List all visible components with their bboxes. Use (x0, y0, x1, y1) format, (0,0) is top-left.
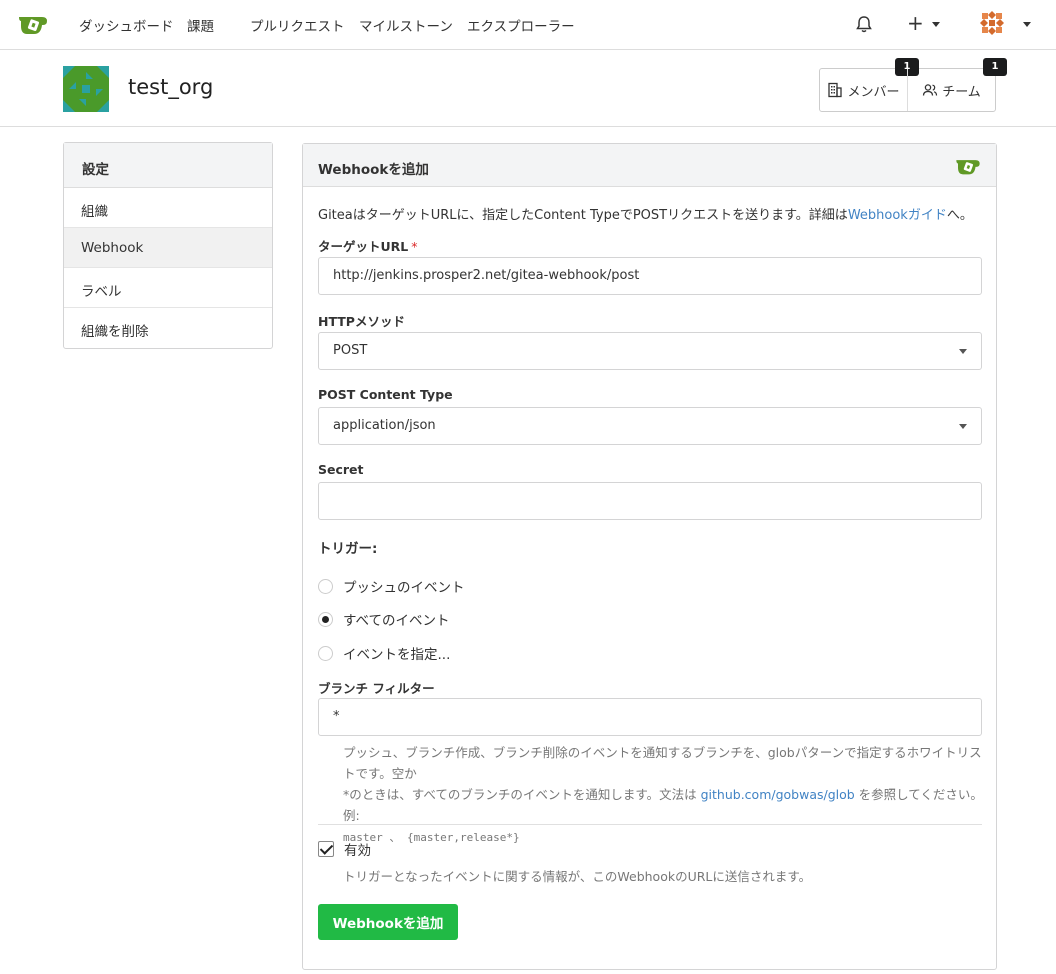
branch-filter-label: ブランチ フィルター (318, 681, 435, 696)
dropdown-caret-icon (959, 349, 967, 354)
trigger-all-label: すべてのイベント (343, 613, 450, 629)
nav-pull-requests[interactable]: プルリクエスト (250, 15, 345, 35)
trigger-choose-label: イベントを指定... (343, 647, 451, 663)
glob-syntax-link[interactable]: github.com/gobwas/glob (701, 787, 855, 802)
branch-help-line-2: *のときは、すべてのブランチのイベントを通知します。文法は github.com… (343, 784, 983, 826)
active-checkbox[interactable] (318, 841, 334, 857)
http-method-value: POST (333, 343, 368, 358)
trigger-label: トリガー: (318, 541, 378, 557)
panel-header: Webhookを追加 (303, 144, 996, 187)
sidebar-header: 設定 (64, 143, 272, 188)
org-member-team-buttons: メンバー 1 チーム 1 (819, 58, 1007, 112)
bell-icon[interactable] (854, 14, 874, 34)
add-webhook-button[interactable]: Webhookを追加 (318, 904, 458, 940)
target-url-input[interactable]: http://jenkins.prosper2.net/gitea-webhoo… (318, 257, 982, 295)
create-new-icon[interactable]: + (907, 13, 924, 33)
intro-prefix: GiteaはターゲットURLに、指定したContent TypeでPOSTリクエ… (318, 208, 848, 223)
user-avatar[interactable] (979, 10, 1005, 36)
required-mark: * (411, 239, 418, 254)
branch-filter-help: プッシュ、ブランチ作成、ブランチ削除のイベントを通知するブランチを、globパタ… (343, 742, 983, 848)
settings-sidebar: 設定 組織 Webhook ラベル 組織を削除 (63, 142, 273, 349)
target-url-label-text: ターゲットURL (318, 239, 409, 254)
radio-button[interactable] (318, 645, 333, 661)
top-navbar: ダッシュボード 課題 プルリクエスト マイルストーン エクスプローラー + (0, 0, 1056, 50)
panel-title: Webhookを追加 (318, 162, 429, 178)
intro-text: GiteaはターゲットURLに、指定したContent TypeでPOSTリクエ… (318, 204, 973, 223)
gitea-logo-icon[interactable] (18, 12, 48, 36)
sidebar-item-webhook[interactable]: Webhook (64, 228, 272, 268)
nav-issues[interactable]: 課題 (187, 15, 214, 35)
divider (318, 824, 982, 825)
webhook-guide-link[interactable]: Webhookガイド (848, 208, 947, 223)
secret-label: Secret (318, 462, 364, 477)
radio-button[interactable] (318, 578, 333, 594)
intro-suffix: へ。 (946, 208, 973, 223)
teams-button[interactable]: チーム 1 (907, 58, 1007, 111)
target-url-label: ターゲットURL * (318, 236, 418, 255)
content-type-select[interactable]: application/json (318, 407, 982, 445)
branch-help-line-1: プッシュ、ブランチ作成、ブランチ削除のイベントを通知するブランチを、globパタ… (343, 745, 982, 781)
content-type-value: application/json (333, 418, 436, 433)
branch-filter-input[interactable]: * (318, 698, 982, 736)
branch-help-prefix: *のときは、すべてのブランチのイベントを通知します。文法は (343, 787, 701, 802)
people-icon (923, 84, 938, 96)
teams-label: チーム (942, 84, 981, 100)
sidebar-item-organization[interactable]: 組織 (64, 188, 272, 228)
members-label: メンバー (847, 84, 900, 100)
dropdown-caret-icon (959, 424, 967, 429)
create-menu-caret-icon[interactable] (932, 22, 940, 27)
active-label: 有効 (344, 843, 371, 859)
http-method-select[interactable]: POST (318, 332, 982, 370)
org-name[interactable]: test_org (128, 75, 213, 99)
nav-milestones[interactable]: マイルストーン (359, 15, 453, 35)
organization-icon (828, 82, 843, 98)
trigger-choose-events[interactable]: イベントを指定... (318, 643, 450, 663)
nav-explore[interactable]: エクスプローラー (467, 15, 575, 35)
teams-count-badge: 1 (983, 58, 1007, 76)
sidebar-item-delete-org[interactable]: 組織を削除 (64, 308, 272, 348)
radio-button-selected[interactable] (318, 611, 333, 627)
sidebar-item-labels[interactable]: ラベル (64, 268, 272, 308)
content-type-label: POST Content Type (318, 387, 453, 402)
add-webhook-panel: Webhookを追加 GiteaはターゲットURLに、指定したContent T… (302, 143, 997, 970)
http-method-label: HTTPメソッド (318, 314, 405, 329)
user-menu-caret-icon[interactable] (1023, 22, 1031, 27)
gitea-logo-icon (956, 160, 980, 175)
trigger-push-label: プッシュのイベント (343, 580, 465, 596)
active-checkbox-row[interactable]: 有効 (318, 839, 371, 859)
trigger-all-events[interactable]: すべてのイベント (318, 609, 450, 629)
secret-input[interactable] (318, 482, 982, 520)
nav-dashboard[interactable]: ダッシュボード (79, 15, 174, 35)
members-button[interactable]: メンバー 1 (820, 58, 919, 111)
trigger-push-only[interactable]: プッシュのイベント (318, 576, 465, 596)
org-header: test_org メンバー 1 チーム 1 (0, 51, 1056, 127)
active-help: トリガーとなったイベントに関する情報が、このWebhookのURLに送信されます… (343, 869, 812, 884)
org-avatar (63, 66, 109, 112)
